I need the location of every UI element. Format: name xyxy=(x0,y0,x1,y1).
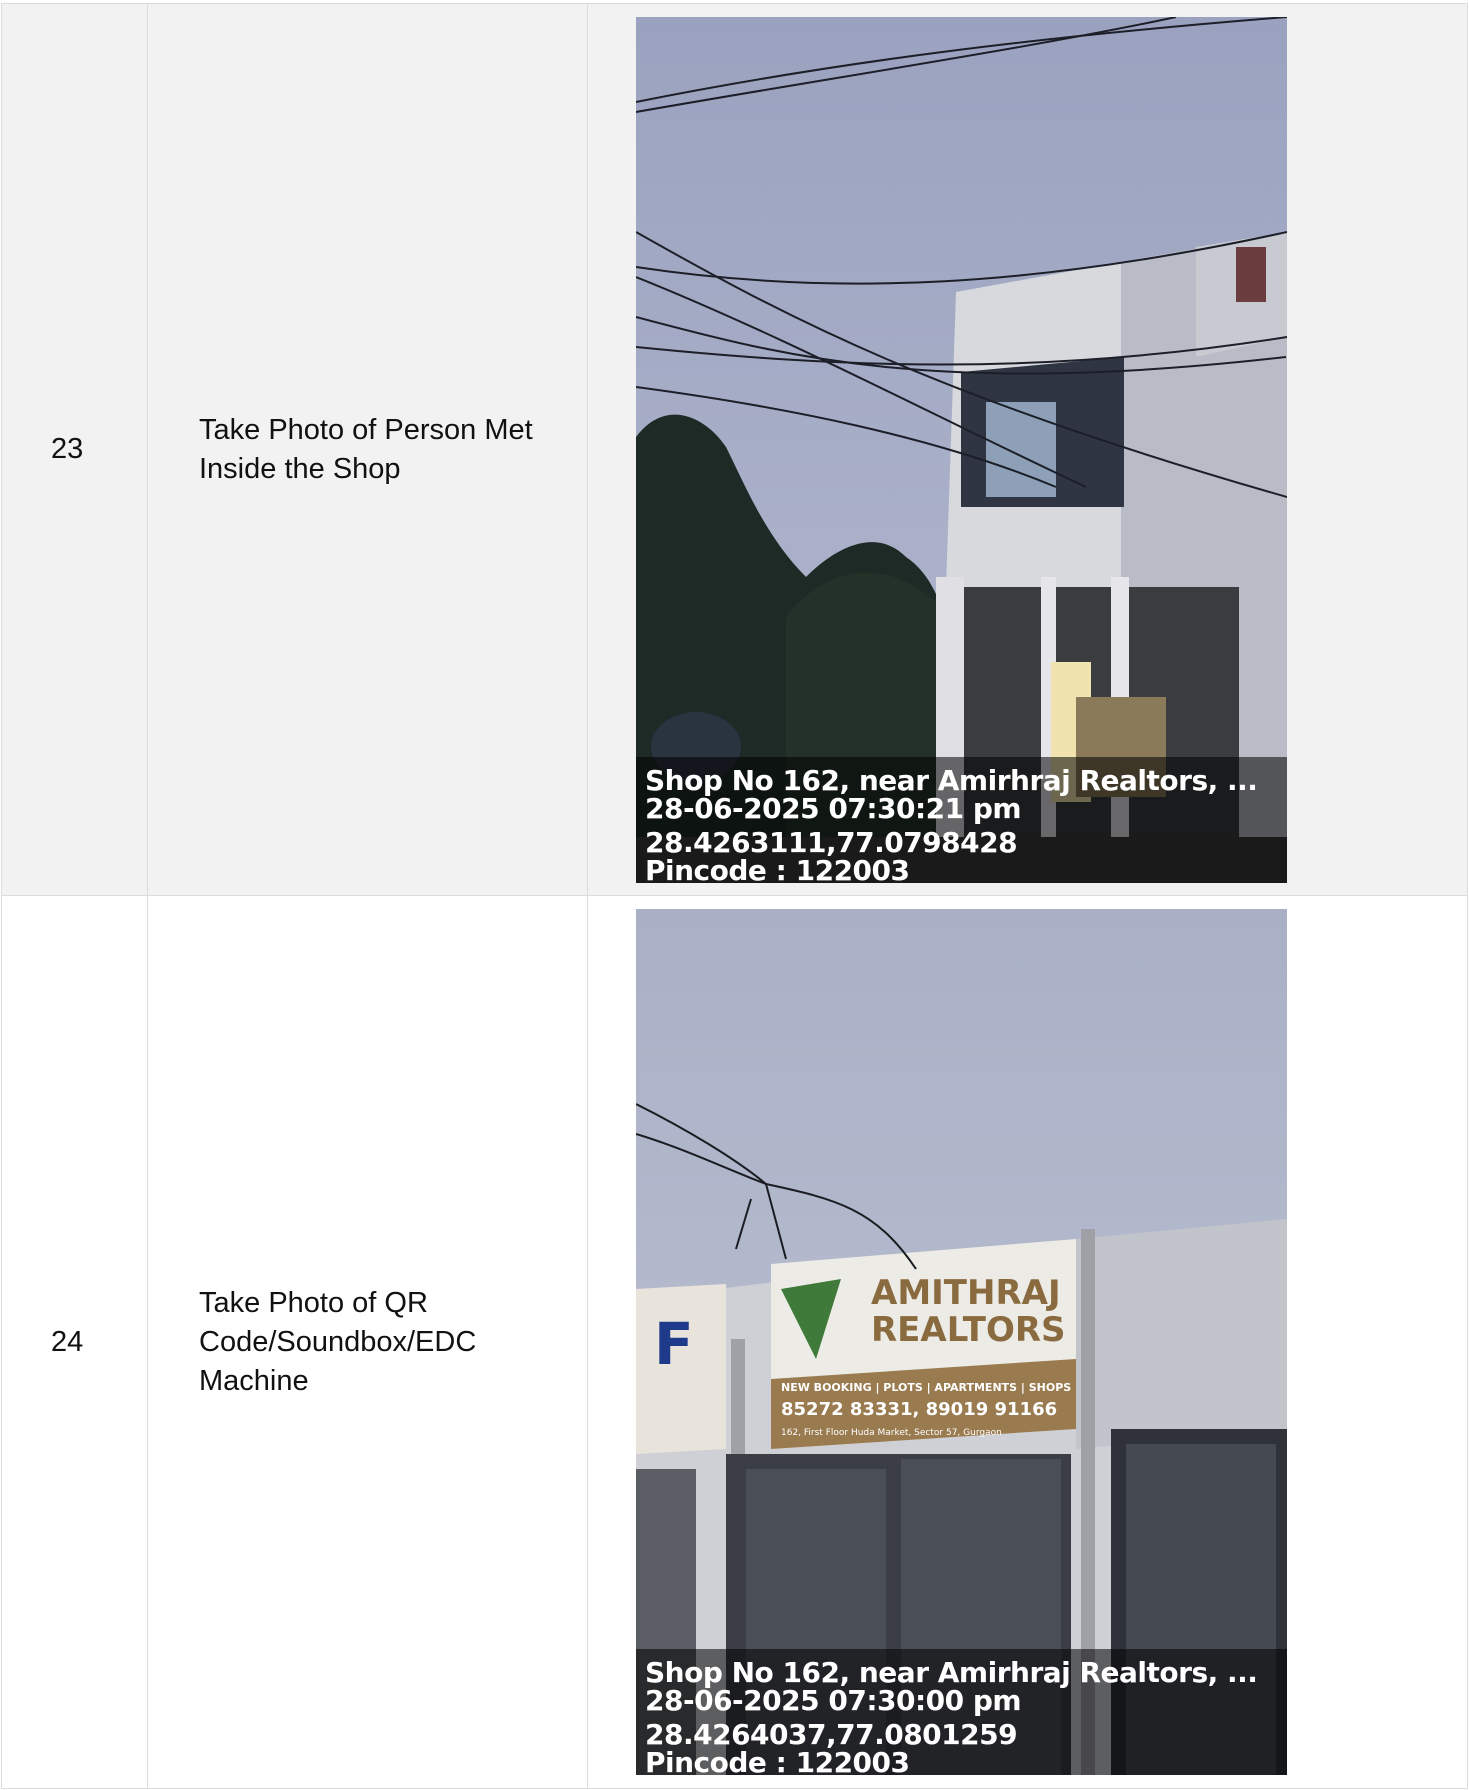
stamp-pincode: Pincode : 122003 xyxy=(645,1746,910,1776)
shopfront-image: F AMITHRAJ REALTORS NEW BOOKING | PLOTS … xyxy=(636,909,1287,1775)
stamp-coordinates: 28.4264037,77.0801259 xyxy=(645,1718,1018,1751)
sign-line1: AMITHRAJ xyxy=(871,1273,1061,1313)
row-description: Take Photo of QR Code/Soundbox/EDC Machi… xyxy=(147,895,588,1789)
row-number: 24 xyxy=(1,895,148,1789)
stamp-address: Shop No 162, near Amirhraj Realtors, ... xyxy=(645,763,1258,797)
sign-services: NEW BOOKING | PLOTS | APARTMENTS | SHOPS xyxy=(781,1381,1071,1394)
stamp-address: Shop No 162, near Amirhraj Realtors, ... xyxy=(645,1656,1258,1689)
svg-text:F: F xyxy=(654,1310,694,1378)
stamp-datetime: 28-06-2025 07:30:21 pm xyxy=(645,791,1022,825)
shop-building-image xyxy=(636,16,1287,883)
stamp-datetime: 28-06-2025 07:30:00 pm xyxy=(645,1684,1022,1717)
sign-address: 162, First Floor Huda Market, Sector 57,… xyxy=(781,1428,1002,1438)
geo-stamp: Shop No 162, near Amirhraj Realtors, ...… xyxy=(636,1649,1287,1775)
photo-table: 23 Take Photo of Person Met Inside the S… xyxy=(1,3,1468,1789)
shop-building-photo[interactable]: Shop No 162, near Amirhraj Realtors, ...… xyxy=(636,16,1287,883)
row-description: Take Photo of Person Met Inside the Shop xyxy=(147,3,588,896)
geo-stamp: Shop No 162, near Amirhraj Realtors, ...… xyxy=(636,756,1287,883)
shopfront-photo[interactable]: F AMITHRAJ REALTORS NEW BOOKING | PLOTS … xyxy=(636,909,1287,1775)
table-row: 24 Take Photo of QR Code/Soundbox/EDC Ma… xyxy=(1,895,1468,1789)
photo-cell: Shop No 162, near Amirhraj Realtors, ...… xyxy=(587,3,1468,896)
stamp-coordinates: 28.4263111,77.0798428 xyxy=(645,825,1018,859)
stamp-pincode: Pincode : 122003 xyxy=(645,853,910,883)
sign-line2: REALTORS xyxy=(871,1310,1066,1350)
row-number: 23 xyxy=(1,3,148,896)
table-row: 23 Take Photo of Person Met Inside the S… xyxy=(1,3,1468,896)
photo-cell: F AMITHRAJ REALTORS NEW BOOKING | PLOTS … xyxy=(587,895,1468,1789)
sign-phones: 85272 83331, 89019 91166 xyxy=(781,1399,1057,1420)
